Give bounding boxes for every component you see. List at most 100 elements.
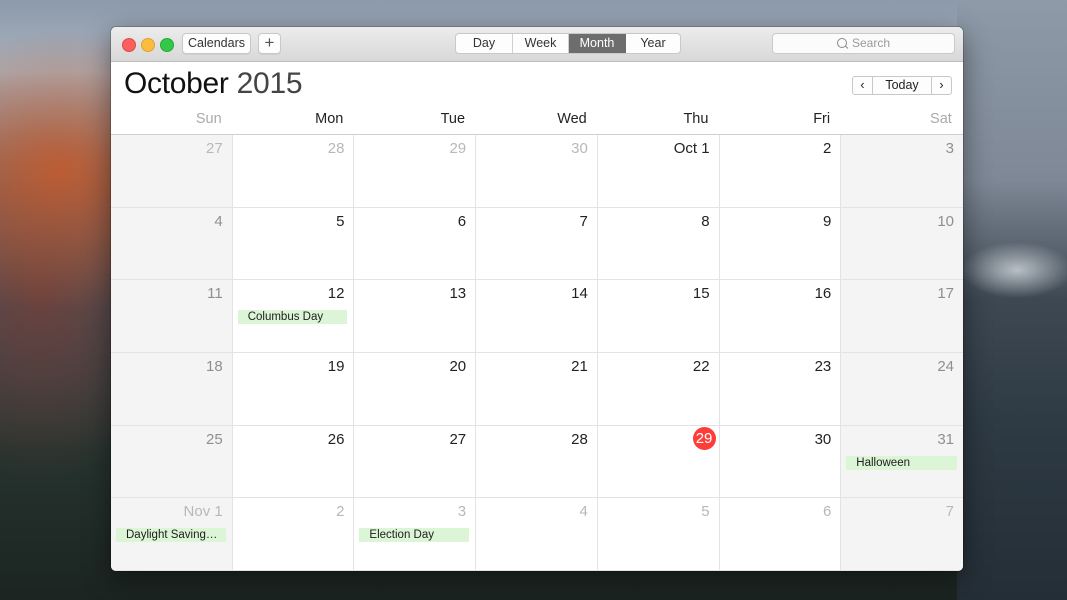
day-cell[interactable]: 25 (111, 425, 233, 499)
day-number: 2 (336, 503, 345, 521)
search-placeholder: Search (851, 36, 891, 50)
day-cell[interactable]: 7 (476, 207, 598, 281)
day-number: 12 (327, 285, 345, 303)
view-month-tab[interactable]: Month (569, 34, 626, 53)
day-cell[interactable]: 22 (597, 352, 720, 426)
calendars-button[interactable]: Calendars (182, 33, 251, 54)
day-number: 3 (945, 140, 954, 157)
day-cell[interactable]: 11 (111, 280, 233, 353)
month-grid: 27 28 29 30 Oct 1 2 3 4 5 6 7 8 9 10 11 12 Columbus Day 1… (111, 135, 963, 571)
calendar-event[interactable]: Election Day (359, 528, 470, 543)
day-number: 16 (814, 285, 832, 303)
day-number: 22 (692, 357, 710, 375)
date-navigation: ‹ Today › (852, 76, 952, 95)
minimize-button[interactable] (141, 38, 155, 52)
desktop-wallpaper (957, 0, 1067, 600)
day-number: 10 (937, 212, 954, 230)
day-number: 19 (327, 357, 345, 375)
day-cell[interactable]: 5 (597, 498, 720, 571)
view-week-tab[interactable]: Week (513, 34, 569, 53)
previous-month-button[interactable]: ‹ (852, 76, 873, 95)
day-number: 31 (937, 430, 954, 448)
day-cell[interactable]: 6 (354, 207, 477, 281)
toolbar: Calendars + Day Week Month Year Search (111, 27, 963, 62)
day-cell[interactable]: 21 (476, 352, 598, 426)
next-month-button[interactable]: › (931, 76, 952, 95)
day-number: 26 (327, 430, 345, 448)
day-cell[interactable]: 20 (354, 352, 477, 426)
day-cell[interactable]: 2 (232, 498, 355, 571)
weekday-thu: Thu (683, 111, 709, 127)
day-cell[interactable]: 27 (111, 135, 233, 208)
view-year-tab[interactable]: Year (626, 34, 680, 53)
weekday-fri: Fri (813, 111, 831, 127)
day-number: 4 (579, 503, 588, 521)
weekday-wed: Wed (557, 111, 587, 127)
day-cell[interactable]: Oct 1 (597, 135, 720, 208)
day-number: 7 (945, 503, 954, 521)
weekday-mon: Mon (315, 111, 344, 127)
day-cell[interactable]: 29 (597, 425, 720, 499)
day-cell[interactable]: 16 (719, 280, 842, 353)
day-number: 24 (937, 357, 954, 375)
day-cell[interactable]: 8 (597, 207, 720, 281)
calendar-event[interactable]: Columbus Day (237, 310, 348, 325)
weekday-sun: Sun (195, 111, 222, 127)
day-number: Oct 1 (673, 140, 710, 157)
day-number: 11 (207, 285, 223, 303)
day-number: 23 (814, 357, 832, 375)
day-cell[interactable]: 13 (354, 280, 477, 353)
zoom-button[interactable] (160, 38, 174, 52)
view-switcher: Day Week Month Year (455, 33, 681, 54)
day-number: 18 (206, 357, 223, 375)
day-cell[interactable]: 5 (232, 207, 355, 281)
day-cell[interactable]: 4 (111, 207, 233, 281)
day-cell[interactable]: 9 (719, 207, 842, 281)
calendar-event[interactable]: Halloween (846, 455, 957, 470)
day-cell[interactable]: 28 (232, 135, 355, 208)
day-cell[interactable]: 23 (719, 352, 842, 426)
day-cell[interactable]: 12 Columbus Day (232, 280, 355, 353)
day-number: 30 (571, 140, 588, 157)
day-cell[interactable]: 26 (232, 425, 355, 499)
close-button[interactable] (122, 38, 136, 52)
day-number: 27 (206, 140, 223, 157)
today-date-badge: 29 (692, 426, 716, 450)
day-number: 7 (579, 212, 588, 230)
day-number: 28 (327, 140, 345, 157)
day-cell[interactable]: 28 (476, 425, 598, 499)
day-cell[interactable]: 14 (476, 280, 598, 353)
day-number: 6 (822, 503, 832, 521)
day-number: 13 (449, 285, 467, 303)
day-number: 14 (571, 285, 588, 303)
day-cell[interactable]: 29 (354, 135, 477, 208)
search-field[interactable]: Search (772, 33, 955, 54)
day-number: 25 (206, 430, 223, 448)
day-cell[interactable]: 10 (841, 207, 963, 281)
calendar-event[interactable]: Daylight Saving… (116, 528, 226, 543)
day-cell[interactable]: 30 (476, 135, 598, 208)
day-cell[interactable]: 6 (719, 498, 842, 571)
view-day-tab[interactable]: Day (456, 34, 513, 53)
day-cell[interactable]: 31 Halloween (841, 425, 963, 499)
day-cell[interactable]: 18 (111, 352, 233, 426)
day-cell[interactable]: 17 (841, 280, 963, 353)
day-cell[interactable]: 24 (841, 352, 963, 426)
day-number: 17 (937, 285, 954, 303)
add-event-button[interactable]: + (258, 33, 281, 54)
day-cell[interactable]: 19 (232, 352, 355, 426)
day-cell[interactable]: 3 (841, 135, 963, 208)
day-cell[interactable]: 7 (841, 498, 963, 571)
day-number: 28 (571, 430, 588, 448)
day-cell[interactable]: 2 (719, 135, 842, 208)
day-cell[interactable]: Nov 1 Daylight Saving… (111, 498, 233, 571)
day-number: 9 (822, 212, 832, 230)
day-cell[interactable]: 15 (597, 280, 720, 353)
today-button[interactable]: Today (873, 76, 931, 95)
chevron-right-icon: › (939, 78, 944, 92)
day-cell[interactable]: 4 (476, 498, 598, 571)
day-cell[interactable]: 27 (354, 425, 477, 499)
day-cell[interactable]: 30 (719, 425, 842, 499)
day-number: 5 (336, 212, 345, 230)
day-cell[interactable]: 3 Election Day (354, 498, 477, 571)
